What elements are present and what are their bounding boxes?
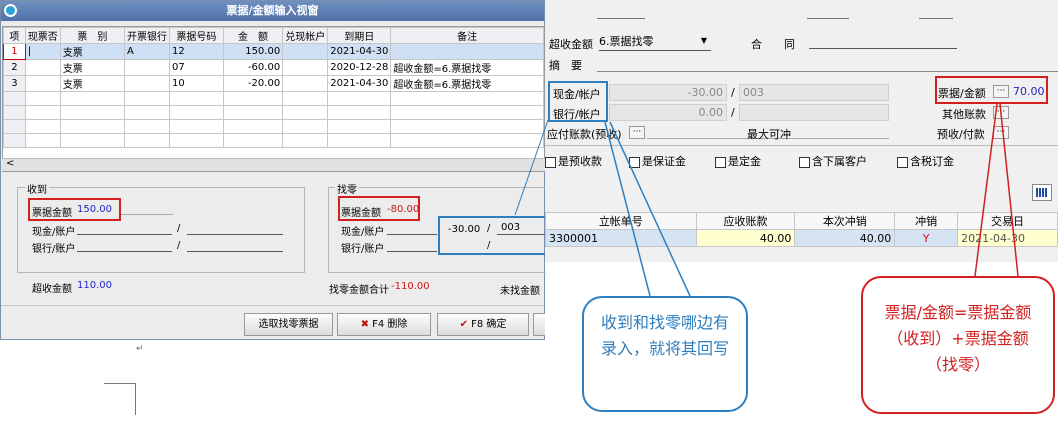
blue-link-line: [514, 119, 549, 216]
blue-pointer-line: [604, 121, 651, 297]
red-pointer-line: [974, 103, 998, 277]
blue-pointer-line: [609, 121, 691, 297]
red-pointer-line: [999, 103, 1019, 277]
formula-callout: 票据/金额=票据金额（收到）+票据金额（找零）: [861, 276, 1055, 414]
writeback-callout: 收到和找零哪边有录入，就将其回写: [582, 296, 748, 412]
